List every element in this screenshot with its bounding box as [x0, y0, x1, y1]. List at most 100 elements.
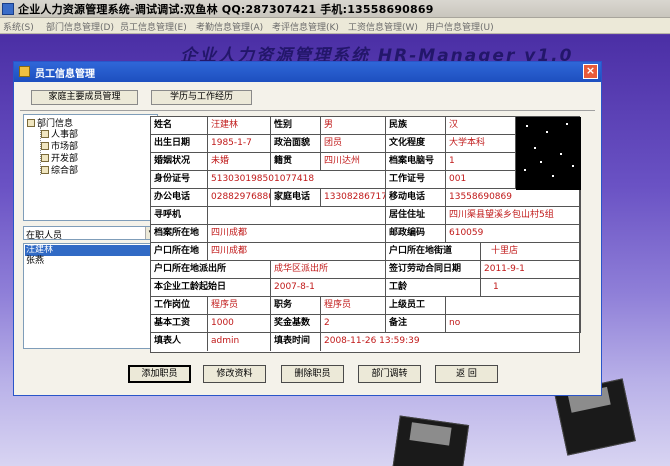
- field-label: 出生日期: [151, 135, 208, 153]
- marital-field[interactable]: 未婚: [208, 153, 271, 171]
- field-label: 移动电话: [386, 189, 446, 207]
- department-tree[interactable]: 部门信息 人事部 市场部 开发部 综合部: [23, 114, 158, 221]
- field-label: 家庭电话: [271, 189, 321, 207]
- field-label: 姓名: [151, 117, 208, 135]
- field-label: 户口所在地派出所: [151, 261, 271, 279]
- education-experience-button[interactable]: 学历与工作经历: [151, 90, 252, 105]
- employee-list[interactable]: 汪建林 张燕: [23, 243, 158, 349]
- field-label: 身份证号: [151, 171, 208, 189]
- mobile-field[interactable]: 13558690869: [446, 189, 581, 207]
- back-button[interactable]: 返 回: [435, 365, 498, 383]
- menu-employee[interactable]: 员工信息管理(E): [120, 20, 187, 33]
- bonus-field[interactable]: 2: [321, 315, 386, 333]
- field-label: 文化程度: [386, 135, 446, 153]
- field-label: 民族: [386, 117, 446, 135]
- start-date-field[interactable]: 2007-8-1: [271, 279, 386, 297]
- field-label: 职务: [271, 297, 321, 315]
- dialog-title: 员工信息管理: [35, 69, 95, 80]
- menu-salary[interactable]: 工资信息管理(W): [348, 20, 418, 33]
- app-title-bar: 企业人力资源管理系统-调试调试:双鱼林 QQ:287307421 手机:1355…: [0, 0, 670, 18]
- field-label: 本企业工龄起始日: [151, 279, 271, 297]
- office-phone-field[interactable]: 02882976880: [208, 189, 271, 207]
- ethnicity-field[interactable]: 汉: [446, 117, 516, 135]
- tree-item-general[interactable]: 综合部: [41, 163, 78, 176]
- name-field[interactable]: 汪建林: [208, 117, 271, 135]
- archive-location-field[interactable]: 四川成都: [208, 225, 386, 243]
- field-label: 填表时间: [271, 333, 321, 351]
- birth-date-field[interactable]: 1985-1-7: [208, 135, 271, 153]
- hukou-field[interactable]: 四川成都: [208, 243, 386, 261]
- post-field[interactable]: 程序员: [208, 297, 271, 315]
- folder-icon: [41, 142, 49, 150]
- tree-item-label: 综合部: [51, 166, 79, 176]
- menu-user[interactable]: 用户信息管理(U): [426, 20, 494, 33]
- app-logo-icon: [2, 3, 14, 15]
- folder-icon: [41, 130, 49, 138]
- field-label: 奖金基数: [271, 315, 321, 333]
- menu-evaluation[interactable]: 考评信息管理(K): [272, 20, 339, 33]
- menu-attendance[interactable]: 考勤信息管理(A): [196, 20, 263, 33]
- field-label: 籍贯: [271, 153, 321, 171]
- field-label: 户口所在地: [151, 243, 208, 261]
- transfer-department-button[interactable]: 部门调转: [358, 365, 421, 383]
- family-members-button[interactable]: 家庭主要成员管理: [31, 90, 138, 105]
- pager-field[interactable]: [208, 207, 386, 225]
- close-button[interactable]: ×: [583, 64, 598, 79]
- field-label: 寻呼机: [151, 207, 208, 225]
- add-employee-button[interactable]: 添加职员: [128, 365, 191, 383]
- archive-number-field[interactable]: 1: [446, 153, 516, 171]
- filler-field[interactable]: admin: [208, 333, 271, 351]
- employee-status-value: 在职人员: [26, 231, 63, 241]
- employee-status-select[interactable]: 在职人员 ▼: [23, 226, 158, 241]
- employee-photo[interactable]: [516, 117, 581, 190]
- native-place-field[interactable]: 四川达州: [321, 153, 386, 171]
- list-item[interactable]: 汪建林: [25, 245, 156, 256]
- edit-info-button[interactable]: 修改资料: [203, 365, 266, 383]
- salary-field[interactable]: 1000: [208, 315, 271, 333]
- id-number-field[interactable]: 513030198501077418: [208, 171, 386, 189]
- menu-bar: 系统(S) 部门信息管理(D) 员工信息管理(E) 考勤信息管理(A) 考评信息…: [0, 18, 670, 34]
- field-label: 户口所在地街道: [386, 243, 481, 261]
- field-label: 上级员工: [386, 297, 446, 315]
- divider: [20, 110, 595, 111]
- field-label: 签订劳动合同日期: [386, 261, 481, 279]
- delete-employee-button[interactable]: 删除职员: [281, 365, 344, 383]
- field-label: 邮政编码: [386, 225, 446, 243]
- dialog-app-icon: [19, 66, 30, 77]
- seniority-field[interactable]: 1: [481, 279, 581, 297]
- floppy-disk-image: [390, 415, 470, 466]
- field-label: 工作岗位: [151, 297, 208, 315]
- field-label: 备注: [386, 315, 446, 333]
- menu-system[interactable]: 系统(S): [3, 20, 34, 33]
- folder-icon: [41, 154, 49, 162]
- employee-dialog: 员工信息管理 × 家庭主要成员管理 学历与工作经历 部门信息 人事部 市场部 开…: [13, 61, 602, 396]
- dialog-title-bar: 员工信息管理 ×: [14, 62, 601, 82]
- app-title: 企业人力资源管理系统-调试调试:双鱼林 QQ:287307421 手机:1355…: [18, 3, 434, 16]
- field-label: 政治面貌: [271, 135, 321, 153]
- field-label: 工龄: [386, 279, 481, 297]
- postcode-field[interactable]: 610059: [446, 225, 581, 243]
- folder-open-icon: [27, 119, 35, 127]
- political-field[interactable]: 团员: [321, 135, 386, 153]
- field-label: 性别: [271, 117, 321, 135]
- list-item[interactable]: 张燕: [25, 256, 156, 267]
- menu-department[interactable]: 部门信息管理(D): [46, 20, 114, 33]
- hukou-street-field[interactable]: 十里店: [481, 243, 581, 261]
- work-number-field[interactable]: 001: [446, 171, 516, 189]
- education-field[interactable]: 大学本科: [446, 135, 516, 153]
- field-label: 填表人: [151, 333, 208, 351]
- employee-info-form: 姓名 汪建林 性别 男 民族 汉 出生日期 1985-1-7 政治面貌 团员 文…: [150, 116, 581, 353]
- job-title-field[interactable]: 程序员: [321, 297, 386, 315]
- field-label: 基本工资: [151, 315, 208, 333]
- home-phone-field[interactable]: 13308286717: [321, 189, 386, 207]
- address-field[interactable]: 四川渠县望溪乡包山村5组: [446, 207, 581, 225]
- field-label: 居住住址: [386, 207, 446, 225]
- contract-date-field[interactable]: 2011-9-1: [481, 261, 581, 279]
- remark-field[interactable]: no: [446, 315, 581, 333]
- police-station-field[interactable]: 成华区派出所: [271, 261, 386, 279]
- fill-time-field[interactable]: 2008-11-26 13:59:39: [321, 333, 581, 351]
- gender-field[interactable]: 男: [321, 117, 386, 135]
- superior-field[interactable]: [446, 297, 581, 315]
- field-label: 婚姻状况: [151, 153, 208, 171]
- field-label: 工作证号: [386, 171, 446, 189]
